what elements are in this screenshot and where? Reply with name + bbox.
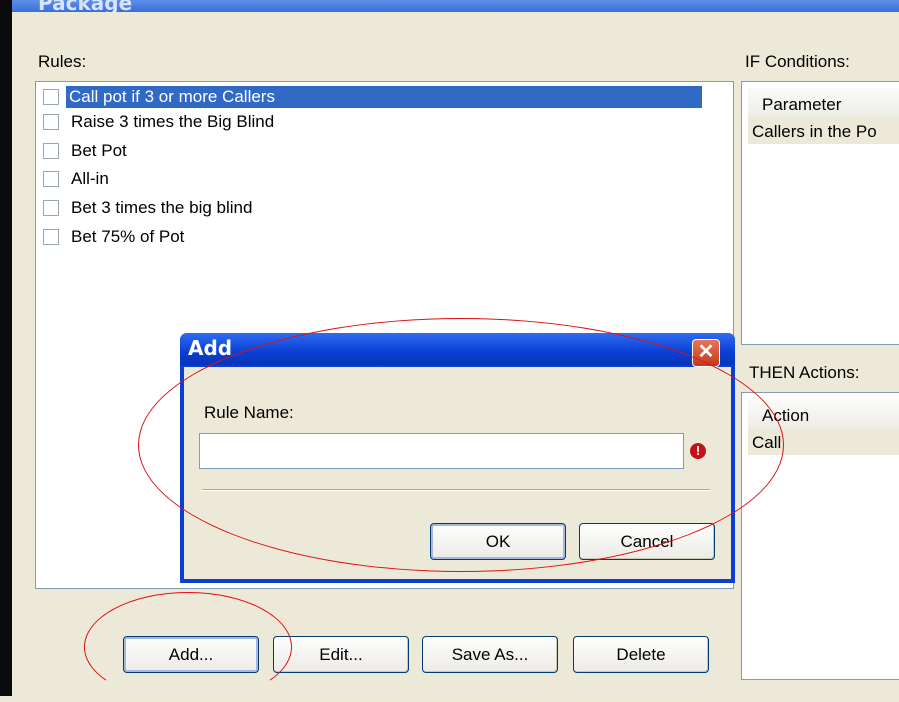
parameter-column-label: Parameter xyxy=(762,95,842,114)
separator xyxy=(202,489,710,491)
dialog-title-bar[interactable]: Add xyxy=(180,333,735,365)
edit-button[interactable]: Edit... xyxy=(273,636,409,673)
window-title-bar: Package xyxy=(12,0,899,12)
dialog-title: Add xyxy=(188,336,233,360)
action-column-label: Action xyxy=(762,406,810,425)
rule-item[interactable]: Bet Pot xyxy=(36,139,733,163)
action-cell: Call xyxy=(752,433,782,452)
rule-label: Bet 3 times the big blind xyxy=(71,198,253,217)
window-left-edge xyxy=(0,0,12,696)
rule-checkbox[interactable] xyxy=(43,114,59,130)
error-icon: ! xyxy=(690,443,706,459)
window-title: Package xyxy=(38,0,133,12)
then-actions-list[interactable]: Action Call xyxy=(741,392,899,680)
close-icon[interactable]: ✕ xyxy=(692,339,720,367)
action-row[interactable]: Call xyxy=(748,429,899,455)
rule-checkbox[interactable] xyxy=(43,171,59,187)
add-rule-dialog: Add ✕ Rule Name: ! OK Cancel xyxy=(180,333,735,583)
save-as-button[interactable]: Save As... xyxy=(422,636,558,673)
rule-name-input[interactable] xyxy=(199,433,684,469)
rule-label: Bet 75% of Pot xyxy=(71,227,185,246)
then-actions-label: THEN Actions: xyxy=(749,363,860,382)
rule-item[interactable]: Bet 3 times the big blind xyxy=(36,196,733,220)
rule-label: Raise 3 times the Big Blind xyxy=(71,112,275,131)
rule-name-label: Rule Name: xyxy=(204,403,294,422)
rule-checkbox[interactable] xyxy=(43,143,59,159)
condition-row[interactable]: Callers in the Po xyxy=(748,118,899,144)
rule-label: Bet Pot xyxy=(71,141,127,160)
rule-label: Call pot if 3 or more Callers xyxy=(66,86,702,108)
rule-label: All-in xyxy=(71,169,109,188)
dialog-body: Rule Name: ! OK Cancel xyxy=(184,367,731,579)
cancel-button[interactable]: Cancel xyxy=(579,523,715,560)
rule-checkbox[interactable] xyxy=(43,89,59,105)
delete-button[interactable]: Delete xyxy=(573,636,709,673)
rule-item[interactable]: Bet 75% of Pot xyxy=(36,225,733,249)
rule-checkbox[interactable] xyxy=(43,229,59,245)
condition-cell: Callers in the Po xyxy=(752,122,877,141)
rule-checkbox[interactable] xyxy=(43,200,59,216)
ok-button[interactable]: OK xyxy=(430,523,566,560)
rule-item[interactable]: All-in xyxy=(36,167,733,191)
rule-item[interactable]: Call pot if 3 or more Callers xyxy=(36,85,733,109)
if-conditions-list[interactable]: Parameter Callers in the Po xyxy=(741,81,899,345)
rule-item[interactable]: Raise 3 times the Big Blind xyxy=(36,110,733,134)
add-button[interactable]: Add... xyxy=(123,636,259,673)
if-conditions-label: IF Conditions: xyxy=(745,52,850,71)
rules-label: Rules: xyxy=(38,52,87,71)
